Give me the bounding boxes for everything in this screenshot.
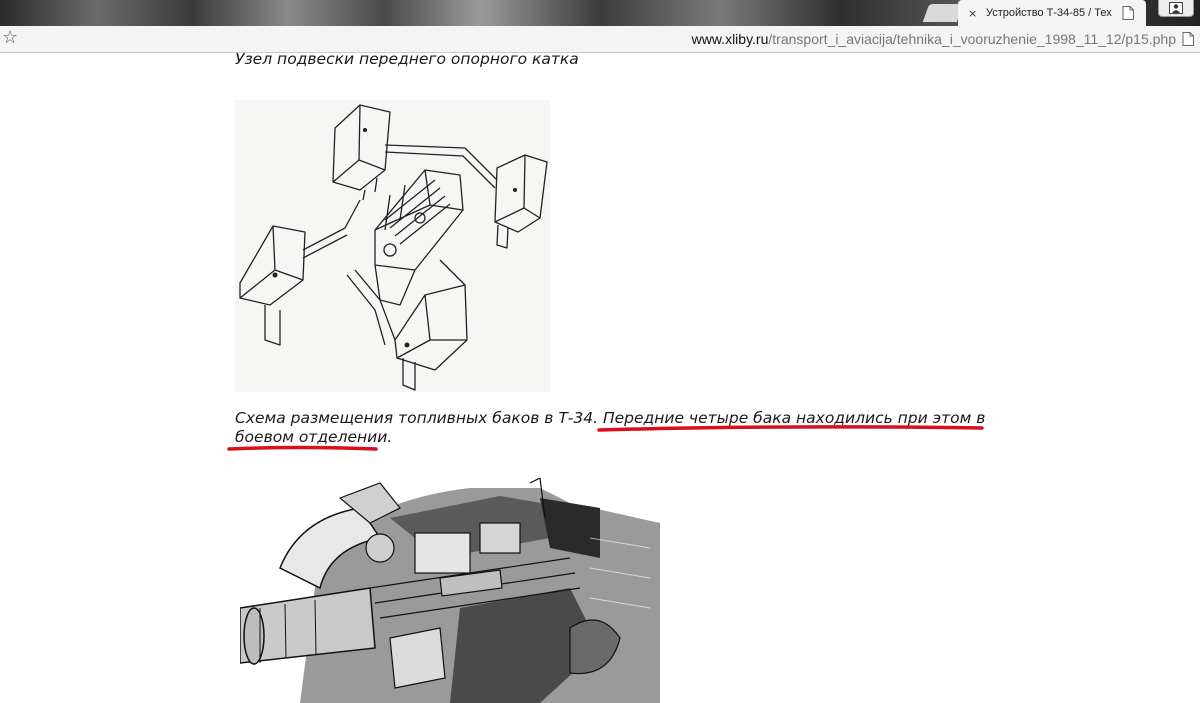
user-icon (1169, 2, 1183, 14)
suspension-caption: Узел подвески переднего опорного катка (235, 50, 579, 68)
tab-title: Устройство Т-34-85 / Тех (986, 7, 1112, 19)
profile-button[interactable] (1158, 0, 1194, 17)
browser-tab[interactable]: × Устройство Т-34-85 / Тех (958, 0, 1146, 26)
page-icon[interactable] (1182, 32, 1194, 46)
turret-cutaway-drawing (240, 478, 662, 703)
url-host: www.xliby.ru (691, 31, 769, 47)
suspension-unit-drawing (235, 100, 550, 392)
star-icon[interactable]: ☆ (2, 28, 18, 48)
tab-close-icon[interactable]: × (968, 7, 982, 20)
browser-title-bar: × Устройство Т-34-85 / Тех (0, 0, 1200, 26)
url-path: /transport_i_aviacija/tehnika_i_vooruzhe… (768, 31, 1176, 47)
address-toolbar: ☆ www.xliby.ru/transport_i_aviacija/tehn… (0, 26, 1200, 53)
red-underline-annotation (227, 425, 984, 451)
page-icon (1122, 6, 1134, 20)
url-field[interactable]: www.xliby.ru/transport_i_aviacija/tehnik… (692, 31, 1176, 47)
